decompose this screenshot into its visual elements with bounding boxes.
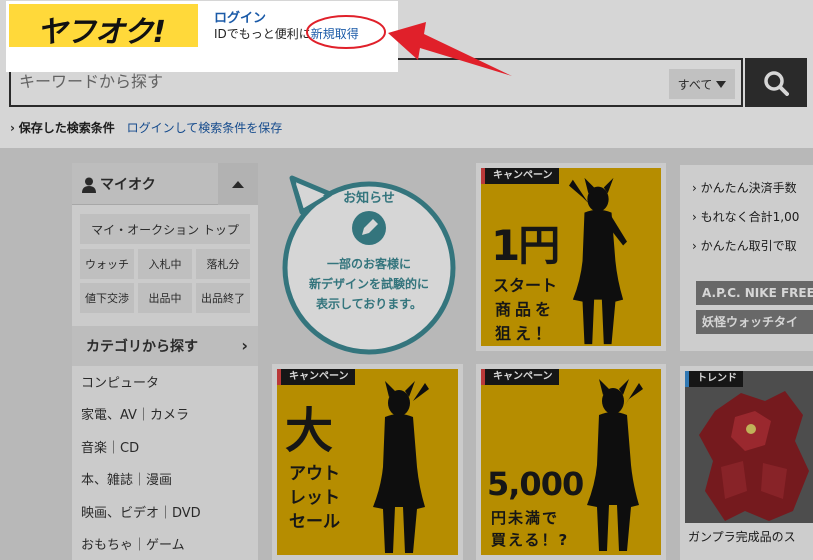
price-negotiation-button[interactable]: 値下交渉 xyxy=(80,283,134,313)
my-auction-header[interactable]: マイオク xyxy=(72,163,258,205)
register-link[interactable]: 新規取得 xyxy=(311,27,359,41)
devil-silhouette-image xyxy=(569,177,627,345)
news-item-label: もれなく合計1,00 xyxy=(700,210,800,224)
selling-button[interactable]: 出品中 xyxy=(138,283,192,313)
notice-title: お知らせ xyxy=(343,190,395,206)
site-logo[interactable]: ヤフオク! xyxy=(9,4,198,50)
login-subtext: IDでもっと便利に新規取得 xyxy=(214,25,359,42)
my-auction-top-button[interactable]: マイ・オークション トップ xyxy=(80,214,250,244)
notice-line: 新デザインを試験的に xyxy=(309,276,429,291)
keyword-pill[interactable]: 妖怪ウォッチタイ xyxy=(696,310,813,334)
campaign-big-text: 1円 xyxy=(491,221,560,270)
campaign-card-one-yen[interactable]: キャンペーン 1円 スタート 商品を 狙え！ xyxy=(476,163,666,351)
trend-card[interactable]: トレンド ガンプラ完成品のス xyxy=(680,366,813,560)
campaign-banner: キャンペーン 大 アウト レット セール xyxy=(277,369,458,555)
collapse-button[interactable] xyxy=(218,163,258,205)
campaign-line: 買える！? xyxy=(491,531,570,549)
keyword-pill[interactable]: A.P.C. NIKE FREE xyxy=(696,281,813,305)
won-button[interactable]: 落札分 xyxy=(196,249,250,279)
save-search-login-link[interactable]: ログインして検索条件を保存 xyxy=(127,121,283,135)
trend-tag: トレンド xyxy=(685,371,743,387)
campaign-banner: キャンペーン 5,000 円未満で 買える！? xyxy=(481,369,661,555)
category-item[interactable]: 音楽｜CD xyxy=(81,441,201,473)
my-auction-title: マイオク xyxy=(100,177,156,193)
news-panel: › かんたん決済手数 › もれなく合計1,00 › かんたん取引で取 A.P.C… xyxy=(680,165,813,351)
search-icon xyxy=(764,70,789,96)
campaign-tag: キャンペーン xyxy=(481,168,559,184)
trend-caption: ガンプラ完成品のス xyxy=(688,530,796,544)
news-item[interactable]: › もれなく合計1,00 xyxy=(692,208,799,225)
news-item-label: かんたん取引で取 xyxy=(700,239,797,253)
category-item[interactable]: 家電、AV｜カメラ xyxy=(81,408,201,440)
caret-down-icon xyxy=(716,80,727,88)
category-list: コンピュータ 家電、AV｜カメラ 音楽｜CD 本、雑誌｜漫画 映画、ビデオ｜DV… xyxy=(81,376,201,560)
category-item[interactable]: おもちゃ｜ゲーム xyxy=(81,538,201,560)
notice-line: 一部のお客様に xyxy=(327,256,411,271)
category-header[interactable]: カテゴリから探す › xyxy=(72,326,258,366)
news-item[interactable]: › かんたん取引で取 xyxy=(692,237,797,254)
logo-text: ヤフオク! xyxy=(37,15,166,50)
login-subtext-prefix: IDでもっと便利に xyxy=(214,27,311,41)
notice-line: 表示しております。 xyxy=(315,296,422,311)
category-item[interactable]: 本、雑誌｜漫画 xyxy=(81,473,201,505)
robot-image xyxy=(685,371,813,523)
gundam-model-image: トレンド xyxy=(685,371,813,523)
news-item[interactable]: › かんたん決済手数 xyxy=(692,179,797,196)
campaign-tag: キャンペーン xyxy=(277,369,355,385)
category-title: カテゴリから探す xyxy=(86,339,198,355)
saved-search-row: › 保存した検索条件 ログインして検索条件を保存 xyxy=(10,119,282,136)
campaign-line: レット xyxy=(289,488,340,508)
campaign-banner: キャンペーン 1円 スタート 商品を 狙え！ xyxy=(481,168,661,346)
category-item[interactable]: 映画、ビデオ｜DVD xyxy=(81,506,201,538)
pencil-icon xyxy=(352,211,386,245)
campaign-line: アウト xyxy=(289,464,340,484)
devil-silhouette-image xyxy=(373,381,429,553)
saved-search-label: 保存した検索条件 xyxy=(18,121,115,135)
chevron-right-icon: › xyxy=(10,121,15,135)
campaign-line: スタート xyxy=(493,276,558,295)
search-scope-label: すべて xyxy=(677,77,713,92)
campaign-line: 円未満で xyxy=(491,509,560,527)
news-item-label: かんたん決済手数 xyxy=(700,181,797,195)
campaign-big-text: 5,000 xyxy=(487,465,584,503)
chevron-right-icon: › xyxy=(241,336,248,355)
ended-button[interactable]: 出品終了 xyxy=(196,283,250,313)
search-button[interactable] xyxy=(745,58,807,107)
campaign-line: セール xyxy=(289,512,340,532)
campaign-big-text: 大 xyxy=(285,403,334,459)
campaign-line: 商品を xyxy=(495,300,556,319)
search-scope-select[interactable]: すべて xyxy=(669,69,735,99)
campaign-line: 狙え！ xyxy=(495,324,556,343)
search-input[interactable] xyxy=(19,72,619,91)
campaign-tag: キャンペーン xyxy=(481,369,559,385)
triangle-up-icon xyxy=(232,180,244,188)
watch-button[interactable]: ウォッチ xyxy=(80,249,134,279)
my-auction-menu: ウォッチ 入札中 落札分 値下交渉 出品中 出品終了 xyxy=(80,249,250,313)
sidebar: マイオク マイ・オークション トップ ウォッチ 入札中 落札分 値下交渉 出品中… xyxy=(72,163,258,560)
campaign-card-under-5000[interactable]: キャンペーン 5,000 円未満で 買える！? xyxy=(476,364,666,560)
campaign-card-outlet[interactable]: キャンペーン 大 アウト レット セール xyxy=(272,364,463,560)
category-item[interactable]: コンピュータ xyxy=(81,376,201,408)
login-link[interactable]: ログイン xyxy=(214,7,266,26)
person-icon xyxy=(82,177,96,193)
notice-bubble[interactable]: お知らせ 一部のお客様に 新デザインを試験的に 表示しております。 xyxy=(272,172,464,356)
bidding-button[interactable]: 入札中 xyxy=(138,249,192,279)
